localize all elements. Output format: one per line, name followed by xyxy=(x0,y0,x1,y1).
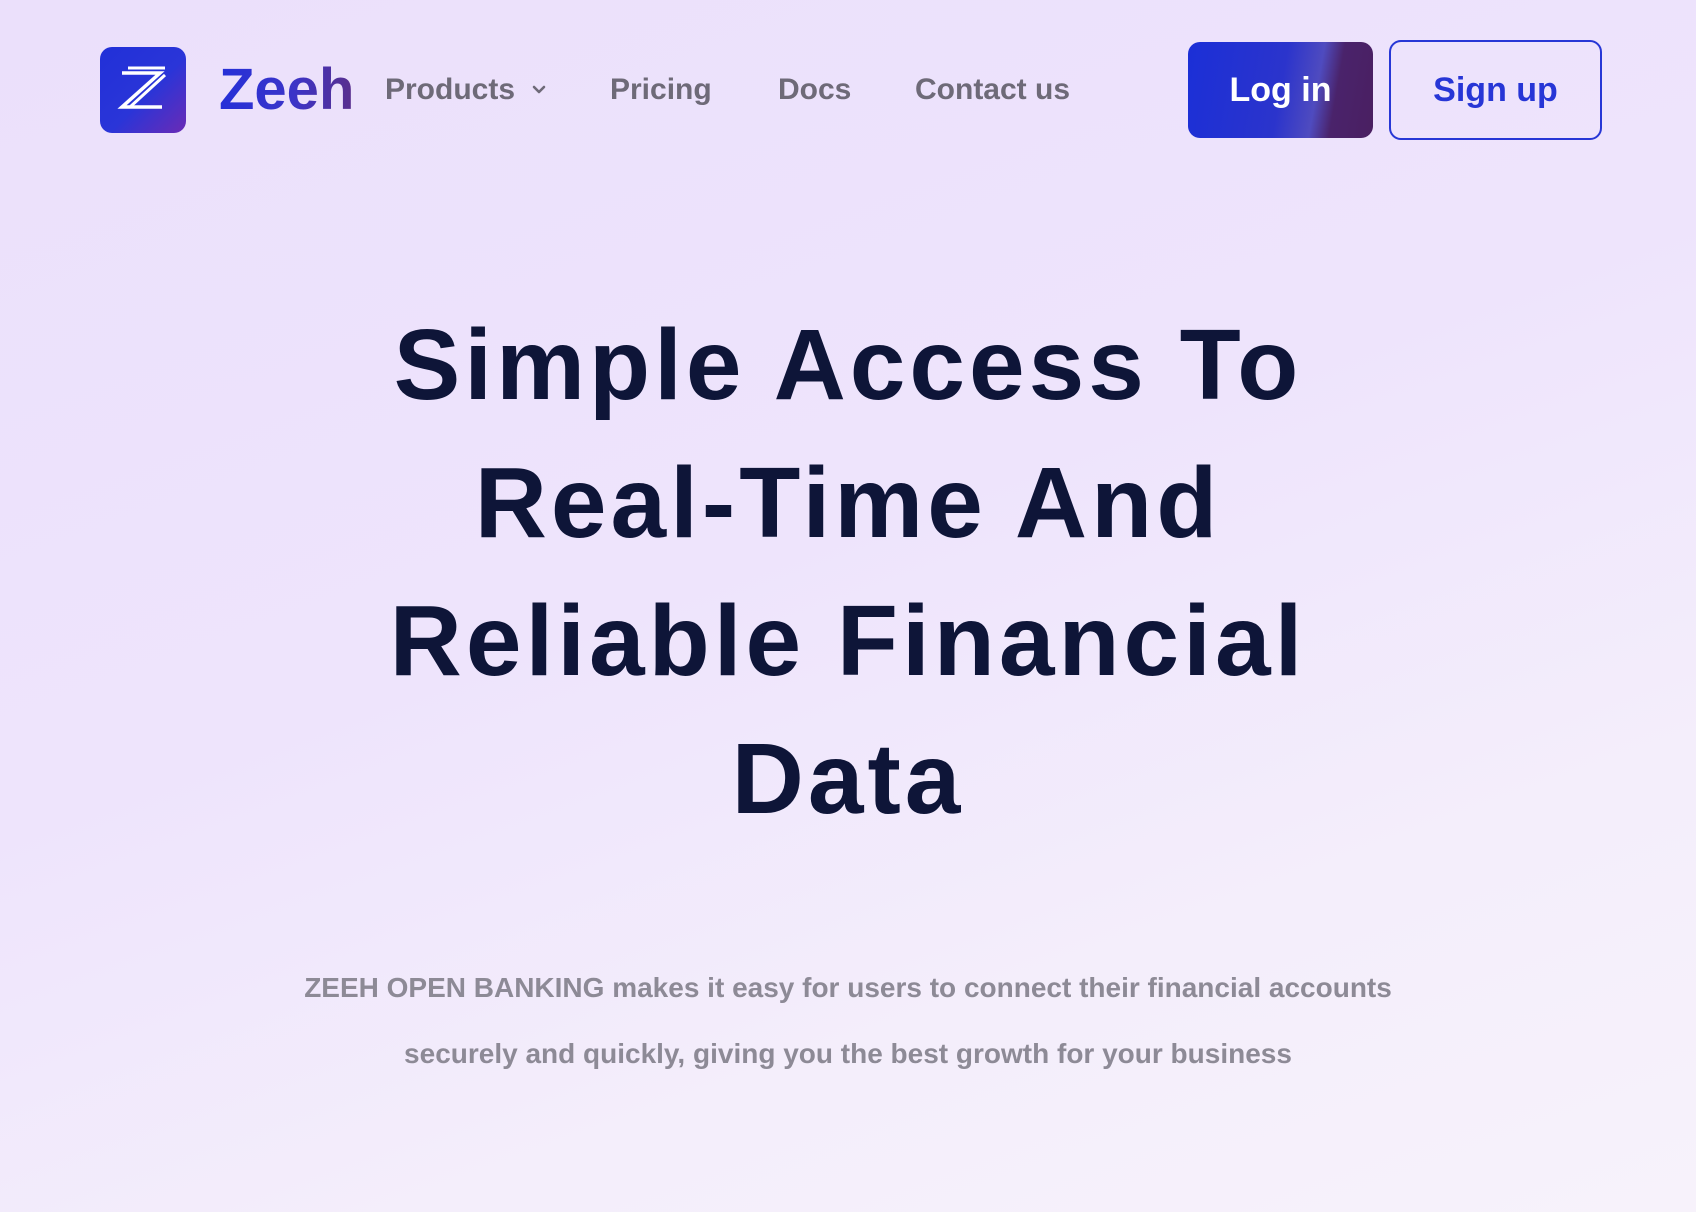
nav-pricing-link[interactable]: Pricing xyxy=(610,68,712,112)
brand-name[interactable]: Zeeh xyxy=(219,52,354,128)
nav-products-label: Products xyxy=(385,73,516,106)
z-logo-glyph xyxy=(117,66,167,109)
nav-docs-link[interactable]: Docs xyxy=(778,68,851,112)
chevron-down-icon xyxy=(532,85,546,94)
nav-contact-link[interactable]: Contact us xyxy=(915,68,1070,112)
signup-button[interactable]: Sign up xyxy=(1389,40,1602,140)
z-logo-icon[interactable] xyxy=(100,47,186,133)
navbar: Zeeh Products Pricing Docs Contact us Lo… xyxy=(0,0,1696,180)
nav-products-menu[interactable]: Products xyxy=(385,68,549,112)
login-button[interactable]: Log in xyxy=(1188,42,1373,138)
hero-title: Simple Access To Real-Time And Reliable … xyxy=(389,309,1307,835)
hero-subtitle: ZEEH OPEN BANKING makes it easy for user… xyxy=(304,972,1392,1069)
